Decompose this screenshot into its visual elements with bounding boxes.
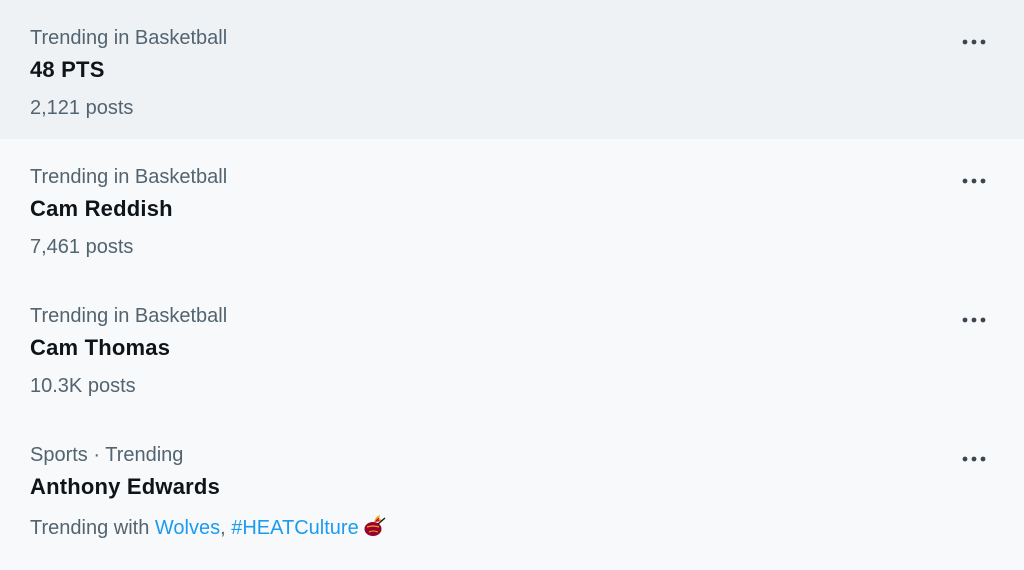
trending-with-label: Trending with: [30, 517, 150, 539]
trend-context: Sports · Trending: [30, 444, 184, 466]
more-horizontal-icon: [962, 456, 986, 462]
trend-post-count: 7,461 posts: [30, 236, 134, 258]
trend-item-48-pts[interactable]: Trending in Basketball 48 PTS 2,121 post…: [0, 0, 1024, 139]
related-trend-link-wolves[interactable]: Wolves: [155, 517, 220, 539]
trend-item-anthony-edwards[interactable]: Sports · Trending Anthony Edwards Trendi…: [0, 417, 1024, 570]
trend-title: Cam Reddish: [30, 196, 173, 221]
more-options-button[interactable]: [960, 28, 988, 56]
trend-post-count: 2,121 posts: [30, 97, 134, 119]
trending-with: Trending with Wolves, #HEATCulture: [30, 513, 387, 540]
heat-logo-icon: [364, 515, 386, 536]
trend-post-count: 10.3K posts: [30, 375, 136, 397]
more-options-button[interactable]: [960, 167, 988, 195]
trend-title: 48 PTS: [30, 57, 105, 82]
trend-title: Cam Thomas: [30, 335, 171, 360]
more-horizontal-icon: [962, 178, 986, 184]
trend-item-cam-reddish[interactable]: Trending in Basketball Cam Reddish 7,461…: [0, 139, 1024, 278]
trend-context: Trending in Basketball: [30, 166, 228, 188]
more-horizontal-icon: [962, 39, 986, 45]
trend-context: Trending in Basketball: [30, 27, 228, 49]
trends-list: Trending in Basketball 48 PTS 2,121 post…: [0, 0, 1024, 570]
trend-context: Trending in Basketball: [30, 305, 228, 327]
more-horizontal-icon: [962, 317, 986, 323]
more-options-button[interactable]: [960, 306, 988, 334]
trend-item-cam-thomas[interactable]: Trending in Basketball Cam Thomas 10.3K …: [0, 278, 1024, 417]
related-separator: ,: [220, 517, 226, 539]
trend-title: Anthony Edwards: [30, 474, 221, 499]
related-trend-link-heatculture[interactable]: #HEATCulture: [231, 517, 358, 539]
more-options-button[interactable]: [960, 445, 988, 473]
